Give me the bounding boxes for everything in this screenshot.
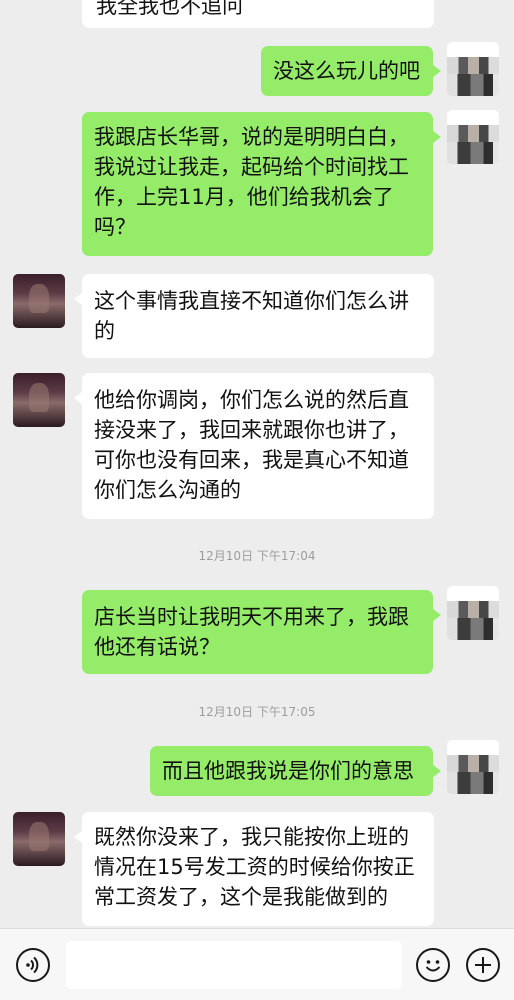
plus-icon bbox=[475, 957, 491, 973]
message-text: 这个事情我直接不知道你们怎么讲的 bbox=[94, 289, 409, 343]
message-bubble-incoming[interactable]: 我全我也不追问 bbox=[82, 0, 434, 28]
timestamp: 12月10日 下午17:05 bbox=[198, 705, 316, 719]
message-text: 他给你调岗，你们怎么说的然后直接没来了，我回来就跟你也讲了，可你也没有回来，我是… bbox=[94, 388, 409, 502]
contact-avatar[interactable] bbox=[13, 812, 65, 866]
message-text: 既然你没来了，我只能按你上班的情况在15号发工资的时候给你按正常工资发了，这个是… bbox=[94, 825, 415, 909]
message-bubble-outgoing[interactable]: 我跟店长华哥，说的是明明白白，我说过让我走，起码给个时间找工作，上完11月，他们… bbox=[82, 112, 441, 256]
chat-input-bar bbox=[0, 928, 514, 1000]
message-bubble-outgoing[interactable]: 店长当时让我明天不用来了，我跟他还有话说？ bbox=[82, 590, 441, 674]
message-bubble-outgoing[interactable]: 没这么玩儿的吧 bbox=[261, 46, 441, 96]
my-avatar[interactable] bbox=[447, 110, 499, 164]
message-input[interactable] bbox=[66, 941, 402, 989]
message-text: 店长当时让我明天不用来了，我跟他还有话说？ bbox=[94, 605, 409, 659]
voice-button[interactable] bbox=[16, 948, 50, 982]
message-bubble-outgoing[interactable]: 而且他跟我说是你们的意思 bbox=[150, 746, 441, 796]
message-bubble-incoming[interactable]: 他给你调岗，你们怎么说的然后直接没来了，我回来就跟你也讲了，可你也没有回来，我是… bbox=[74, 373, 434, 519]
my-avatar[interactable] bbox=[447, 586, 499, 640]
contact-avatar[interactable] bbox=[13, 274, 65, 328]
timestamp: 12月10日 下午17:04 bbox=[198, 549, 316, 563]
message-bubble-incoming[interactable]: 既然你没来了，我只能按你上班的情况在15号发工资的时候给你按正常工资发了，这个是… bbox=[74, 812, 434, 926]
message-bubble-incoming[interactable]: 这个事情我直接不知道你们怎么讲的 bbox=[74, 274, 434, 358]
my-avatar[interactable] bbox=[447, 740, 499, 794]
contact-avatar[interactable] bbox=[13, 373, 65, 427]
message-text: 没这么玩儿的吧 bbox=[273, 59, 420, 83]
voice-icon bbox=[26, 956, 39, 974]
message-text: 我全我也不追问 bbox=[96, 0, 243, 18]
emoji-button[interactable] bbox=[416, 948, 450, 982]
emoji-icon bbox=[425, 960, 441, 972]
my-avatar[interactable] bbox=[447, 42, 499, 96]
message-text: 而且他跟我说是你们的意思 bbox=[162, 759, 414, 783]
message-text: 我跟店长华哥，说的是明明白白，我说过让我走，起码给个时间找工作，上完11月，他们… bbox=[94, 125, 409, 239]
more-button[interactable] bbox=[466, 948, 500, 982]
